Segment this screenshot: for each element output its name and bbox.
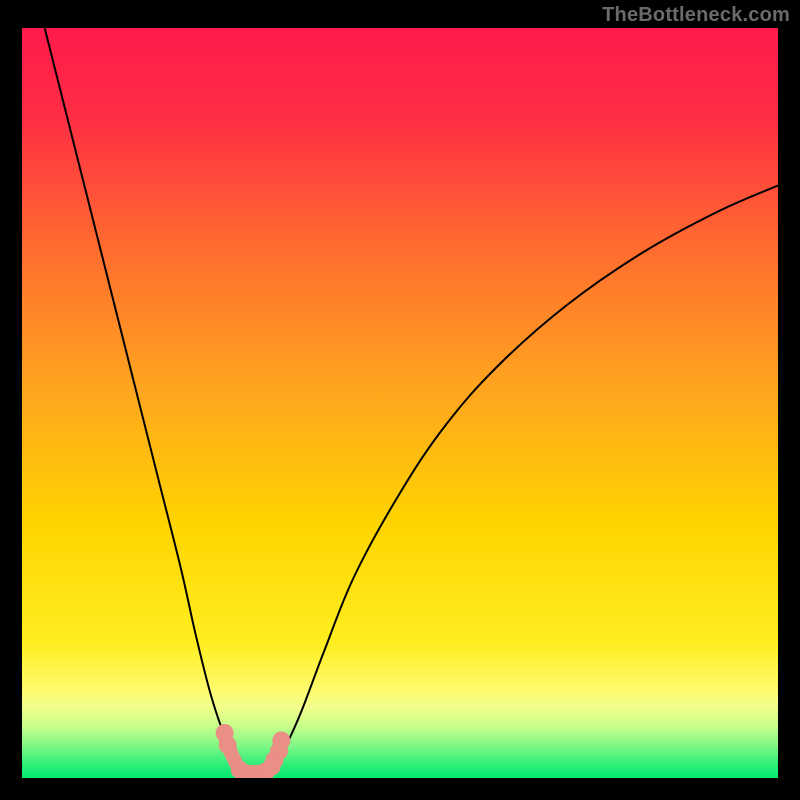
gradient-background bbox=[22, 28, 778, 778]
highlight-dot bbox=[272, 732, 290, 750]
watermark-text: TheBottleneck.com bbox=[602, 4, 790, 27]
chart-svg bbox=[22, 28, 778, 778]
highlight-dot bbox=[219, 736, 237, 754]
chart-frame: TheBottleneck.com bbox=[0, 0, 800, 800]
plot-area bbox=[22, 28, 778, 778]
